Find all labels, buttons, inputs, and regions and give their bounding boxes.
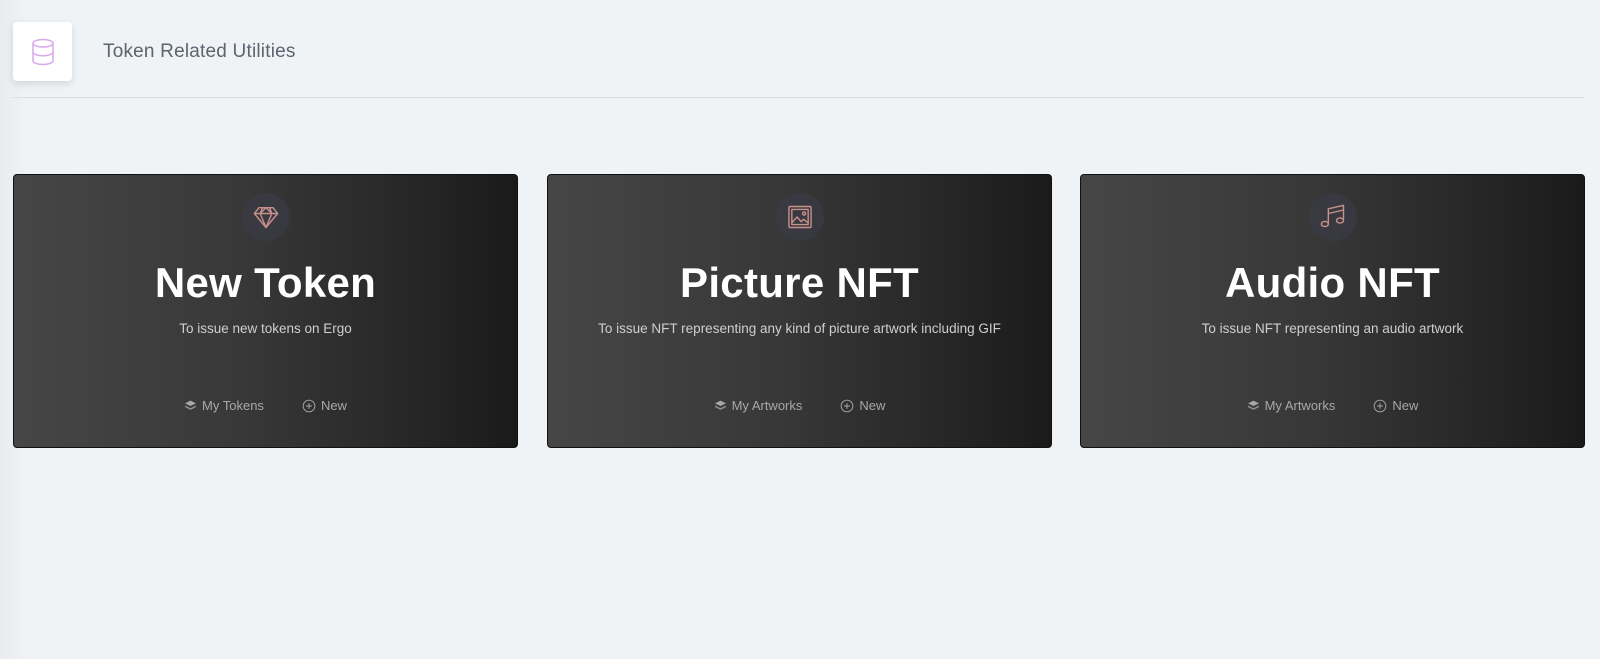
action-label: New: [1392, 398, 1419, 413]
card-new-token: New Token To issue new tokens on Ergo My…: [13, 174, 518, 448]
page-title: Token Related Utilities: [103, 41, 296, 62]
action-label: My Tokens: [202, 398, 264, 413]
my-artworks-button[interactable]: My Artworks: [714, 398, 803, 413]
card-icon-wrap: [775, 193, 824, 241]
action-label: New: [859, 398, 886, 413]
card-icon-wrap: [1308, 193, 1357, 241]
card-title: Audio NFT: [1225, 259, 1440, 306]
new-token-button[interactable]: New: [302, 398, 347, 413]
utility-cards: New Token To issue new tokens on Ergo My…: [13, 174, 1585, 448]
card-description: To issue new tokens on Ergo: [179, 321, 352, 336]
my-artworks-button[interactable]: My Artworks: [1247, 398, 1336, 413]
card-actions: My Artworks New: [1081, 398, 1584, 413]
new-picture-nft-button[interactable]: New: [840, 398, 885, 413]
plus-circle-icon: [1374, 399, 1387, 412]
card-actions: My Artworks New: [548, 398, 1051, 413]
card-icon-wrap: [241, 193, 290, 241]
page: Token Related Utilities New Token To iss…: [0, 0, 1600, 659]
image-icon: [787, 205, 812, 229]
database-icon: [31, 38, 54, 65]
plus-circle-icon: [302, 399, 316, 412]
card-audio-nft: Audio NFT To issue NFT representing an a…: [1080, 174, 1585, 448]
layers-icon: [714, 400, 726, 410]
new-audio-nft-button[interactable]: New: [1373, 398, 1418, 413]
diamond-icon: [253, 206, 278, 229]
header-icon-box: [13, 22, 72, 81]
card-description: To issue NFT representing an audio artwo…: [1201, 321, 1464, 336]
music-icon: [1320, 204, 1344, 228]
card-actions: My Tokens New: [14, 398, 517, 413]
page-header: Token Related Utilities: [13, 22, 1584, 98]
plus-circle-icon: [841, 399, 854, 412]
action-label: My Artworks: [731, 398, 803, 413]
action-label: My Artworks: [1264, 398, 1336, 413]
my-tokens-button[interactable]: My Tokens: [184, 398, 264, 413]
action-label: New: [320, 398, 347, 413]
layers-icon: [185, 400, 196, 410]
card-title: Picture NFT: [680, 259, 919, 306]
card-description: To issue NFT representing any kind of pi…: [598, 321, 1001, 336]
card-title: New Token: [154, 259, 377, 306]
layers-icon: [1247, 400, 1259, 410]
card-picture-nft: Picture NFT To issue NFT representing an…: [547, 174, 1052, 448]
